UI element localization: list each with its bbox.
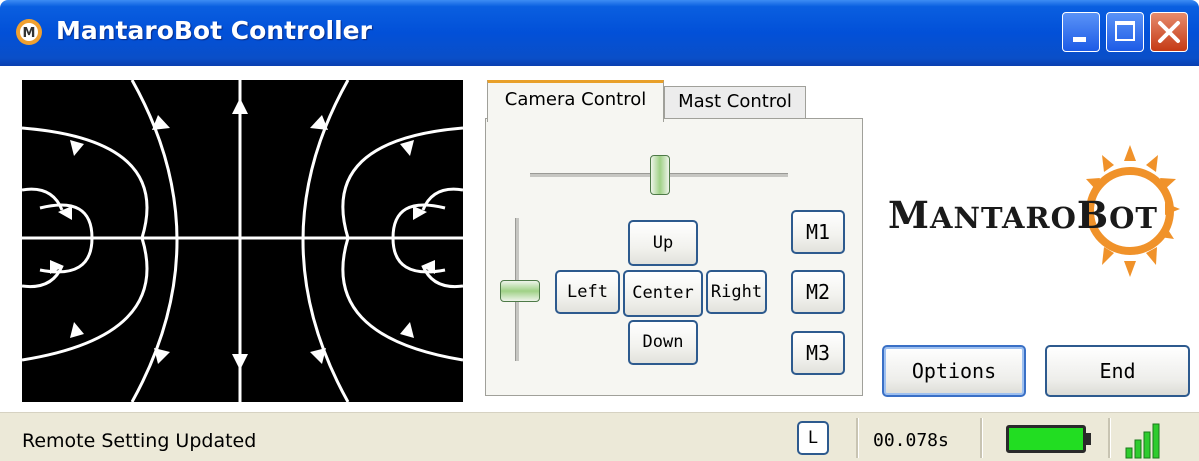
- title-bar[interactable]: M MantaroBot Controller: [0, 0, 1199, 66]
- pan-slider-thumb[interactable]: [650, 155, 670, 195]
- end-button[interactable]: End: [1045, 345, 1190, 397]
- battery-tip: [1086, 433, 1091, 445]
- memory-3-button[interactable]: M3: [791, 331, 845, 375]
- l-button[interactable]: L: [797, 421, 829, 455]
- logo-wordmark: MANTAROBOT: [888, 193, 1158, 237]
- field-lines-image: [22, 80, 463, 402]
- close-button[interactable]: [1150, 12, 1188, 52]
- logo-letter-b: B: [1076, 193, 1110, 237]
- close-icon: [1158, 21, 1180, 43]
- logo-letter-m: M: [888, 193, 930, 237]
- status-message: Remote Setting Updated: [22, 430, 257, 452]
- window-title: MantaroBot Controller: [56, 16, 372, 45]
- signal-strength-icon: [1125, 423, 1160, 459]
- memory-2-button[interactable]: M2: [791, 270, 845, 314]
- minimize-icon: [1073, 37, 1086, 42]
- logo-letters-antaro: ANTARO: [929, 201, 1077, 235]
- minimize-button[interactable]: [1062, 12, 1100, 52]
- up-button[interactable]: Up: [628, 220, 698, 266]
- status-divider: [1108, 418, 1111, 458]
- video-feed[interactable]: [22, 80, 463, 402]
- status-divider: [856, 418, 859, 458]
- down-button[interactable]: Down: [628, 320, 698, 365]
- maximize-icon: [1115, 21, 1135, 41]
- svg-text:M: M: [23, 26, 36, 41]
- app-window: M MantaroBot Controller Camera Control M…: [0, 0, 1199, 461]
- memory-1-button[interactable]: M1: [791, 210, 845, 254]
- tab-mast-control[interactable]: Mast Control: [664, 86, 806, 120]
- latency-readout: 00.078s: [873, 430, 949, 451]
- maximize-button[interactable]: [1106, 12, 1144, 52]
- status-divider: [980, 418, 983, 458]
- app-icon: M: [16, 19, 42, 45]
- battery-icon: [1006, 425, 1086, 453]
- left-button[interactable]: Left: [555, 270, 620, 314]
- options-button[interactable]: Options: [882, 345, 1026, 397]
- right-button[interactable]: Right: [706, 270, 767, 314]
- logo-letters-ot: OT: [1109, 201, 1158, 235]
- center-button[interactable]: Center: [623, 270, 703, 317]
- tab-camera-control[interactable]: Camera Control: [487, 80, 664, 122]
- tilt-slider-thumb[interactable]: [500, 280, 540, 302]
